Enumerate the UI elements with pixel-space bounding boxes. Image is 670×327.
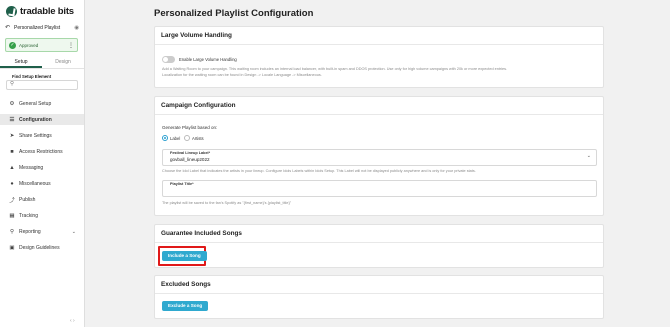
chevron-down-icon: ⌄: [586, 153, 591, 159]
card-title: Excluded Songs: [155, 276, 603, 294]
more-options-icon[interactable]: ⋮: [68, 42, 74, 49]
generate-playlist-label: Generate Playlist based on:: [162, 125, 218, 130]
back-arrow-icon[interactable]: ↶: [5, 24, 10, 31]
lock-icon: ■: [10, 148, 14, 155]
globe-icon: ●: [10, 180, 14, 187]
sliders-icon: ☰: [9, 116, 15, 123]
radio-label[interactable]: [162, 135, 168, 141]
publish-icon: ⤴: [9, 197, 15, 204]
page-title: Personalized Playlist Configuration: [154, 8, 314, 19]
excluded-songs-card: Excluded Songs Exclude a Song: [154, 275, 604, 319]
check-circle-icon: ✓: [9, 41, 16, 49]
playlist-name: Personalized Playlist: [14, 24, 61, 31]
sidebar-item-label: Tracking: [19, 212, 38, 219]
sidebar-item-label: Publish: [19, 196, 36, 203]
sidebar-item-label: Reporting: [19, 228, 41, 235]
include-song-button[interactable]: Include a Song: [162, 251, 207, 261]
sidebar-item-label: Design Guidelines: [19, 244, 60, 251]
find-setup-input[interactable]: ⚲: [6, 80, 78, 90]
sidebar-item-share-settings[interactable]: ➤ Share Settings: [0, 130, 84, 141]
playlist-title-help: The playlist will be saved to the fan's …: [162, 201, 292, 205]
guarantee-songs-card: Guarantee Included Songs Include a Song: [154, 224, 604, 268]
field-label: Festival Lineup Label*: [170, 151, 211, 155]
toggle-label: Enable Large Volume Handling: [179, 57, 237, 62]
sidebar-item-configuration[interactable]: ☰ Configuration: [0, 114, 84, 125]
sidebar-item-publish[interactable]: ⤴ Publish: [0, 194, 84, 205]
search-icon: ⚲: [10, 81, 15, 87]
share-icon: ➤: [9, 132, 15, 139]
find-setup-label: Find Setup Element: [12, 74, 52, 79]
status-label: Approved: [19, 42, 39, 48]
tab-design[interactable]: Design: [42, 57, 84, 68]
sidebar-item-label: Messaging: [19, 164, 44, 171]
festival-lineup-select[interactable]: Festival Lineup Label* govball_lineup202…: [162, 149, 597, 166]
sidebar-item-design-guidelines[interactable]: ▣ Design Guidelines: [0, 242, 84, 253]
field-value: govball_lineup2022: [170, 156, 210, 162]
gear-icon: ⚙: [9, 100, 15, 107]
sidebar-item-tracking[interactable]: ▦ Tracking: [0, 210, 84, 221]
sidebar-item-miscellaneous[interactable]: ● Miscellaneous: [0, 178, 84, 189]
sidebar-item-reporting[interactable]: ⚲ Reporting ⌄: [0, 226, 84, 237]
festival-lineup-help: Choose the Idol Label that indicates the…: [162, 169, 476, 173]
eye-icon[interactable]: ◉: [74, 25, 79, 31]
exclude-song-button[interactable]: Exclude a Song: [162, 301, 209, 311]
card-title: Campaign Configuration: [155, 97, 603, 115]
status-badge: ✓ Approved ⋮: [5, 38, 78, 52]
sidebar-tabs: Setup Design: [0, 57, 84, 69]
radio-artists-text: Artists: [192, 135, 204, 141]
brand-name: tradable bits: [20, 5, 74, 17]
sidebar-item-access-restrictions[interactable]: ■ Access Restrictions: [0, 146, 84, 157]
magnify-chart-icon: ⚲: [9, 228, 15, 235]
large-volume-description: Add a Waiting Room to your campaign. Thi…: [162, 67, 508, 71]
card-title: Large Volume Handling: [155, 27, 603, 45]
tab-setup[interactable]: Setup: [0, 57, 42, 68]
card-title: Guarantee Included Songs: [155, 225, 603, 243]
sidebar-item-messaging[interactable]: ▲ Messaging: [0, 162, 84, 173]
large-volume-card: Large Volume Handling Enable Large Volum…: [154, 26, 604, 88]
localization-note: Localization for the waiting room can be…: [162, 73, 322, 77]
sidebar-item-label: Access Restrictions: [19, 148, 63, 155]
large-volume-toggle[interactable]: [162, 56, 175, 63]
collapse-sidebar-icon[interactable]: ‹ ›: [70, 318, 75, 324]
playlist-title-input[interactable]: Playlist Title*: [162, 180, 597, 197]
tracking-icon: ▦: [9, 212, 15, 219]
sidebar: tradable bits ↶ Personalized Playlist ◉ …: [0, 0, 85, 327]
sidebar-item-general-setup[interactable]: ⚙ General Setup: [0, 98, 84, 109]
brand-logo[interactable]: tradable bits: [6, 5, 74, 17]
tradable-bits-logo-icon: [6, 5, 17, 17]
playlist-header: ↶ Personalized Playlist ◉: [5, 24, 79, 32]
chevron-down-icon: ⌄: [71, 228, 76, 235]
bell-icon: ▲: [9, 164, 15, 171]
radio-artists[interactable]: [184, 135, 190, 141]
sidebar-item-label: General Setup: [19, 100, 52, 107]
sidebar-item-label: Miscellaneous: [19, 180, 51, 187]
campaign-config-card: Campaign Configuration Generate Playlist…: [154, 96, 604, 216]
radio-label-text: Label: [170, 135, 181, 141]
field-label: Playlist Title*: [170, 182, 194, 186]
image-icon: ▣: [9, 244, 15, 251]
sidebar-item-label: Share Settings: [19, 132, 52, 139]
sidebar-item-label: Configuration: [19, 116, 52, 123]
